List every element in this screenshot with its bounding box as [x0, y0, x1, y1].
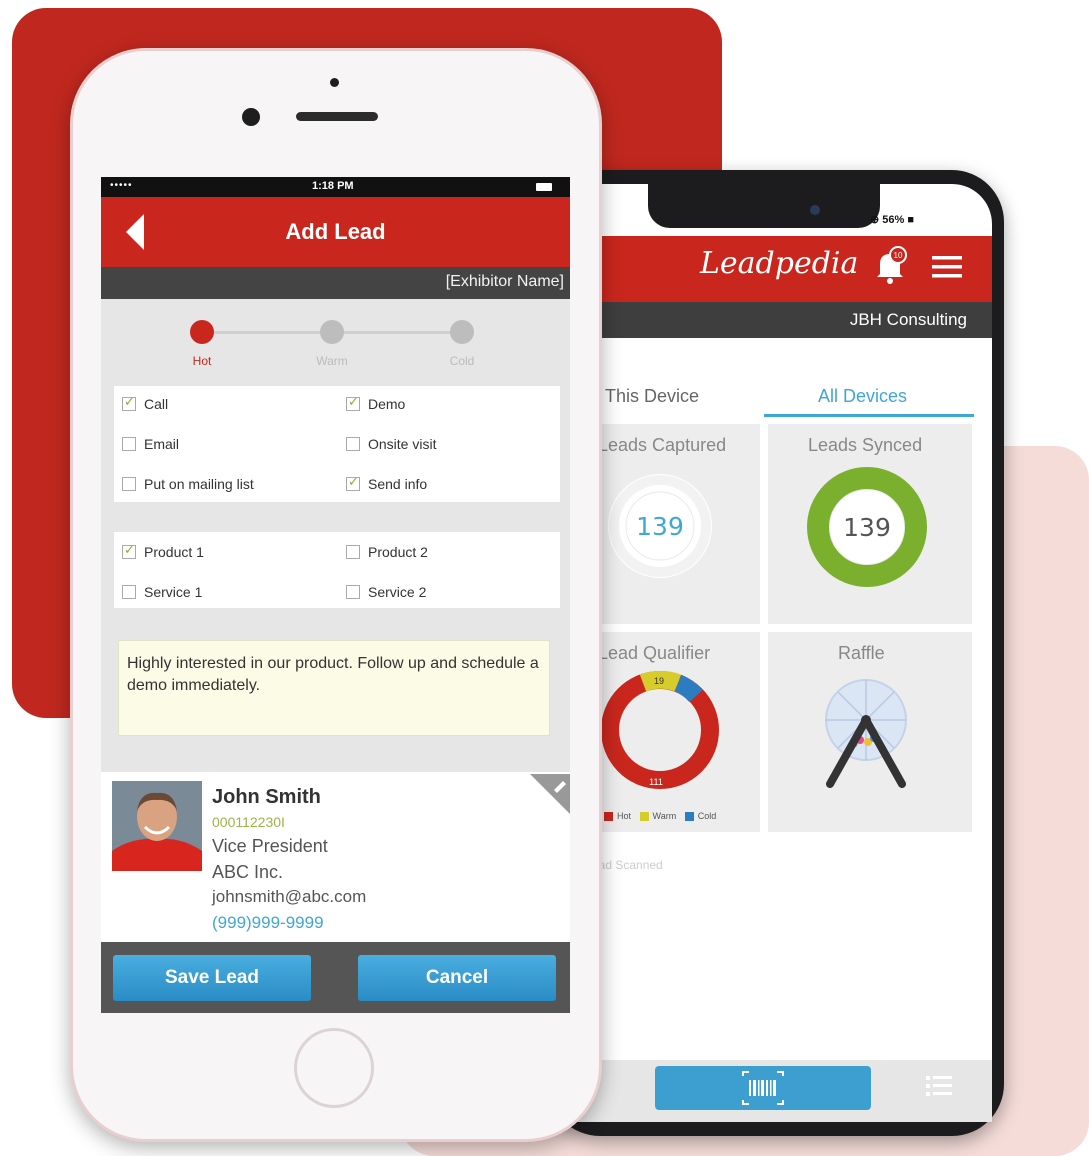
checkbox-product-1[interactable]: Product 1	[122, 542, 204, 560]
temperature-cold-label: Cold	[449, 354, 475, 368]
leads-synced-donut: 139	[807, 467, 927, 587]
legend-hot: Hot	[617, 811, 632, 821]
checkbox-label: Service 2	[368, 584, 427, 600]
scan-badge-button[interactable]	[655, 1066, 871, 1110]
leads-synced-title: Leads Synced	[808, 435, 923, 455]
checkbox-label: Put on mailing list	[144, 476, 254, 492]
leads-captured-title: Leads Captured	[598, 435, 727, 455]
notification-count: 10	[894, 251, 903, 260]
cold-slice	[674, 674, 703, 703]
temperature-hot-dot[interactable]	[190, 320, 214, 344]
cancel-button[interactable]: Cancel	[358, 955, 556, 1001]
contact-phone[interactable]: (999)999-9999	[212, 913, 324, 933]
legend-swatch-hot	[604, 812, 613, 822]
battery-icon	[536, 183, 552, 191]
checkbox-box[interactable]	[122, 437, 136, 451]
contact-name: John Smith	[212, 786, 321, 808]
legend-warm: Warm	[652, 811, 677, 821]
checkbox-box[interactable]	[122, 394, 136, 411]
checkbox-box[interactable]	[346, 394, 360, 411]
edit-pencil-icon[interactable]	[530, 774, 570, 814]
exhibitor-name: [Exhibitor Name]	[445, 273, 564, 290]
legend-swatch-cold	[684, 812, 694, 822]
checkbox-box[interactable]	[346, 585, 360, 599]
checkbox-label: Email	[144, 436, 180, 452]
checkbox-label: Demo	[368, 396, 406, 412]
hot-slice-label: 111	[649, 777, 663, 787]
checkbox-box[interactable]	[346, 545, 360, 559]
leads-captured-value: 139	[636, 512, 684, 541]
temperature-warm-dot[interactable]	[320, 320, 344, 344]
proximity-sensor	[330, 78, 339, 87]
checkbox-box[interactable]	[346, 437, 360, 451]
checkbox-box[interactable]	[122, 542, 136, 559]
tab-all-devices[interactable]: All Devices	[818, 386, 907, 407]
active-tab-indicator	[764, 414, 974, 417]
person-avatar-icon	[112, 781, 202, 871]
leads-captured-donut: 139	[608, 474, 712, 578]
page-title: Add Lead	[285, 219, 386, 244]
checkbox-label: Onsite visit	[368, 436, 437, 452]
checkbox-label: Product 2	[368, 544, 428, 560]
contact-email[interactable]: johnsmith@abc.com	[212, 887, 366, 907]
barcode-scan-icon	[742, 1071, 784, 1105]
hamburger-menu-icon[interactable]	[930, 254, 964, 280]
tab-this-device[interactable]: This Device	[605, 386, 699, 407]
legend-cold: Cold	[697, 811, 717, 821]
checkbox-label: Send info	[368, 476, 428, 492]
battery-status: ⊕ 56% ■	[870, 214, 914, 226]
checkbox-service-1[interactable]: Service 1	[122, 584, 202, 600]
notes-textarea[interactable]: Highly interested in our product. Follow…	[118, 640, 550, 736]
checkbox-box[interactable]	[122, 477, 136, 491]
phone-notch	[648, 184, 880, 228]
contact-title: Vice President	[212, 836, 328, 856]
front-camera	[810, 205, 820, 215]
checkbox-mailing-list[interactable]: Put on mailing list	[122, 476, 254, 492]
checkbox-call[interactable]: Call	[122, 394, 169, 412]
save-lead-button[interactable]: Save Lead	[113, 955, 311, 1001]
company-name: JBH Consulting	[849, 310, 967, 329]
checkbox-label: Call	[144, 396, 169, 412]
status-time: 1:18 PM	[312, 180, 354, 192]
qualifier-legend: Hot Warm Cold	[598, 811, 717, 822]
contact-company: ABC Inc.	[212, 862, 284, 882]
signal-strength: •••••	[110, 180, 133, 191]
raffle-drum-icon	[825, 679, 907, 788]
home-button[interactable]	[294, 1028, 374, 1108]
contact-id: 000112230I	[212, 814, 285, 830]
checkbox-onsite-visit[interactable]: Onsite visit	[346, 436, 436, 452]
brand-logo: Leadpedia	[700, 246, 859, 281]
list-view-icon[interactable]	[924, 1072, 954, 1100]
temperature-cold-dot[interactable]	[450, 320, 474, 344]
checkbox-label: Product 1	[144, 544, 204, 560]
checkbox-service-2[interactable]: Service 2	[346, 584, 426, 600]
temperature-warm-label: Warm	[316, 354, 348, 368]
notification-bell-icon[interactable]: 10	[872, 246, 908, 286]
lead-qualifier-donut: 19 111	[601, 670, 719, 789]
legend-swatch-warm	[639, 812, 649, 822]
lead-qualifier-title: Lead Qualifier	[598, 643, 711, 663]
checkbox-demo[interactable]: Demo	[346, 394, 406, 412]
lead-scanned-text: ead Scanned	[592, 858, 663, 872]
checkbox-product-2[interactable]: Product 2	[346, 544, 428, 560]
checkbox-send-info[interactable]: Send info	[346, 474, 428, 492]
checkbox-box[interactable]	[122, 585, 136, 599]
warm-slice-label: 19	[654, 676, 664, 686]
checkbox-email[interactable]: Email	[122, 436, 179, 452]
earpiece-speaker	[296, 112, 378, 121]
front-camera	[242, 108, 260, 126]
leads-synced-value: 139	[843, 513, 891, 542]
checkbox-label: Service 1	[144, 584, 203, 600]
checkbox-box[interactable]	[346, 474, 360, 491]
contact-photo	[112, 781, 202, 871]
raffle-title: Raffle	[838, 643, 885, 663]
temperature-hot-label: Hot	[192, 354, 212, 368]
